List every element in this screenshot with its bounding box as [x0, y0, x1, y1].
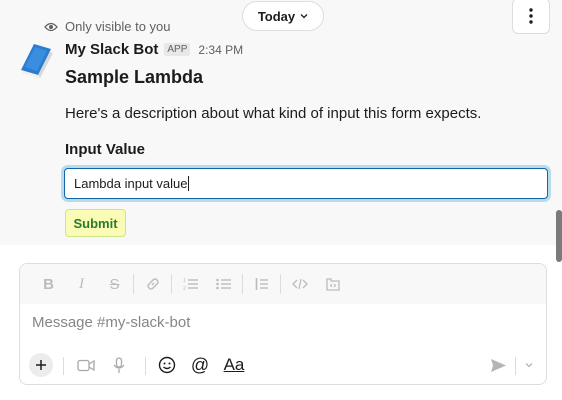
emoji-icon[interactable] [152, 350, 182, 380]
bold-icon[interactable]: B [32, 269, 65, 299]
ordered-list-icon[interactable]: 12 [174, 269, 207, 299]
video-icon[interactable] [71, 350, 101, 380]
book-icon [21, 44, 53, 78]
visibility-text: Only visible to you [65, 19, 171, 34]
bot-avatar[interactable] [19, 41, 55, 79]
scrollbar-thumb[interactable] [556, 210, 562, 262]
send-options-chevron-icon[interactable] [519, 350, 539, 380]
plus-icon[interactable] [29, 353, 53, 377]
form-title: Sample Lambda [65, 67, 204, 87]
toolbar-divider [133, 274, 134, 294]
actions-divider [145, 357, 146, 375]
text-format-button[interactable]: Aa [219, 350, 249, 380]
blockquote-icon[interactable] [245, 269, 278, 299]
microphone-icon[interactable] [104, 350, 134, 380]
actions-divider [63, 357, 64, 375]
visibility-note: Only visible to you [44, 19, 171, 34]
more-actions-button[interactable] [512, 0, 550, 34]
chevron-down-icon [300, 14, 308, 19]
input-value-text: Lambda input value [74, 176, 188, 191]
message-timestamp[interactable]: 2:34 PM [198, 43, 243, 57]
send-icon[interactable] [483, 350, 513, 380]
app-badge: APP [164, 43, 191, 56]
message-composer: B I S 12 Message #my-slack-bot @ Aa [19, 263, 547, 385]
message-header: My Slack Bot APP 2:34 PM [65, 41, 243, 58]
toolbar-divider [171, 274, 172, 294]
date-divider-label: Today [257, 8, 296, 24]
message-input[interactable]: Message #my-slack-bot [32, 314, 190, 331]
message-pane: Today Only visible to you My Slack Bot A… [0, 0, 562, 245]
toolbar-divider [242, 274, 243, 294]
mention-icon[interactable]: @ [185, 350, 215, 380]
submit-button[interactable]: Submit [65, 209, 126, 237]
svg-text:1: 1 [183, 278, 186, 284]
actions-divider [515, 357, 516, 375]
eye-icon [44, 22, 58, 31]
bot-name[interactable]: My Slack Bot [65, 41, 158, 58]
input-value-label: Input Value [65, 141, 146, 158]
strikethrough-icon[interactable]: S [98, 269, 131, 299]
input-value-field[interactable]: Lambda input value [64, 168, 548, 199]
date-divider-button[interactable]: Today [242, 1, 324, 31]
italic-icon[interactable]: I [65, 269, 98, 299]
text-caret [188, 176, 190, 191]
vertical-dots-icon [529, 8, 533, 24]
link-icon[interactable] [136, 269, 169, 299]
svg-text:2: 2 [183, 286, 186, 291]
toolbar-divider [280, 274, 281, 294]
composer-actions: @ Aa [20, 348, 546, 384]
form-description: Here's a description about what kind of … [65, 105, 482, 122]
code-block-icon[interactable] [316, 269, 349, 299]
code-icon[interactable] [283, 269, 316, 299]
bulleted-list-icon[interactable] [207, 269, 240, 299]
formatting-toolbar: B I S 12 [20, 264, 546, 304]
